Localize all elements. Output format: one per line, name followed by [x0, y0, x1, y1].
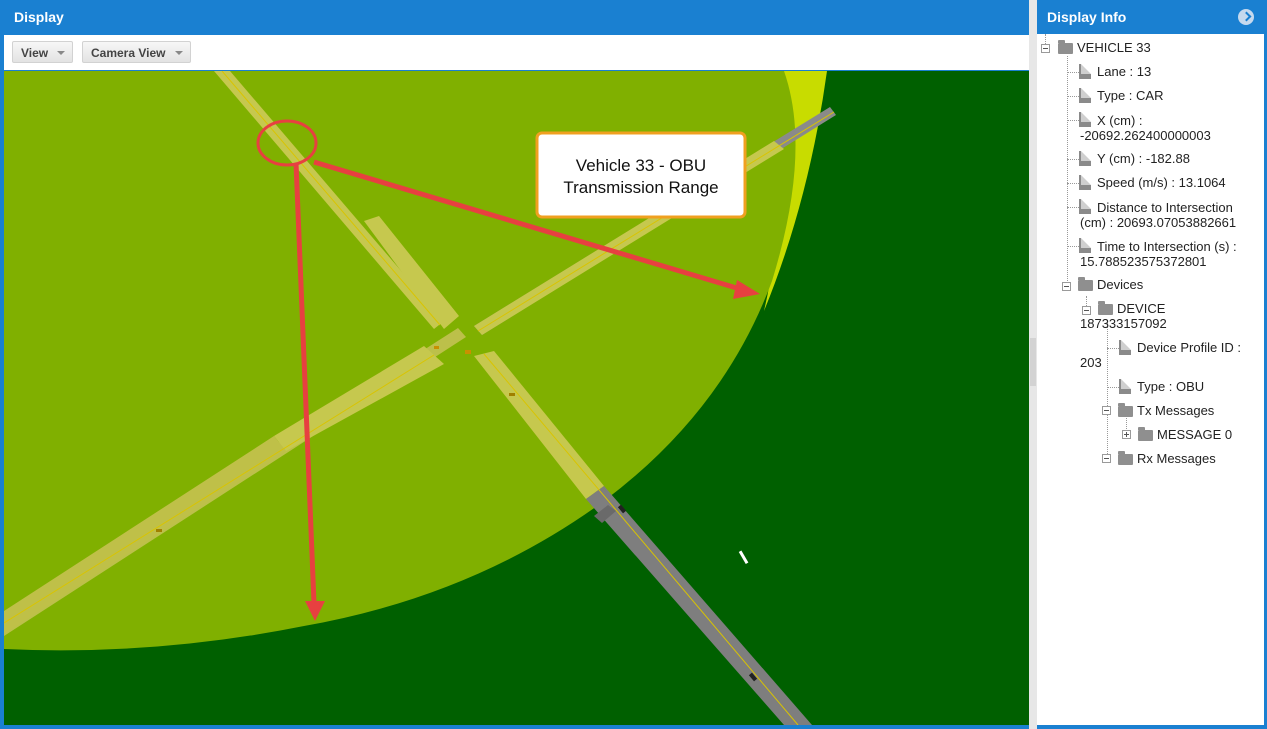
- tree-item-time[interactable]: Time to Intersection (s) :: [1097, 240, 1237, 254]
- view-dropdown-button[interactable]: View: [12, 41, 73, 63]
- collapse-panel-button[interactable]: [1238, 9, 1254, 25]
- tree-item-device-id: 187333157092: [1080, 316, 1167, 331]
- collapse-devices-toggle[interactable]: [1062, 282, 1071, 291]
- panel-splitter[interactable]: [1029, 0, 1037, 729]
- folder-icon: [1078, 277, 1093, 291]
- info-tree: VEHICLE 33 Lane : 13 Type : CAR X (cm) :…: [1037, 34, 1264, 725]
- file-icon: [1079, 112, 1091, 127]
- tree-item-device-profile[interactable]: Device Profile ID :: [1137, 341, 1241, 355]
- tree-item-time-value: 15.788523575372801: [1080, 254, 1207, 269]
- view-dropdown-label: View: [21, 46, 49, 60]
- tree-item-tx-messages[interactable]: Tx Messages: [1137, 404, 1214, 418]
- tree-item-lane[interactable]: Lane : 13: [1097, 65, 1151, 79]
- tree-line: [1067, 159, 1079, 160]
- tree-line: [1067, 246, 1079, 247]
- tree-item-x-cm[interactable]: X (cm) :: [1097, 114, 1143, 128]
- map-svg[interactable]: Vehicle 33 - OBU Transmission Range: [4, 71, 1029, 725]
- tree-item-message-0[interactable]: MESSAGE 0: [1157, 428, 1232, 442]
- display-toolbar: View Camera View: [4, 35, 1029, 70]
- tree-item-rx-messages[interactable]: Rx Messages: [1137, 452, 1216, 466]
- collapse-vehicle-toggle[interactable]: [1041, 44, 1050, 53]
- callout-line2: Transmission Range: [563, 178, 718, 197]
- tree-line: [1067, 72, 1079, 73]
- tree-item-device-profile-value: 203: [1080, 355, 1102, 370]
- collapse-rx-toggle[interactable]: [1102, 454, 1111, 463]
- folder-icon: [1138, 427, 1153, 441]
- tree-item-device-type[interactable]: Type : OBU: [1137, 380, 1204, 394]
- display-panel-title: Display: [14, 9, 64, 25]
- chevron-down-icon: [175, 51, 183, 55]
- tree-item-type[interactable]: Type : CAR: [1097, 89, 1163, 103]
- file-icon: [1079, 88, 1091, 103]
- splitter-grip[interactable]: [1030, 338, 1036, 386]
- tree-item-distance-value: (cm) : 20693.07053882661: [1080, 215, 1237, 230]
- tree-line: [1067, 96, 1079, 97]
- camera-view-dropdown-button[interactable]: Camera View: [82, 41, 191, 63]
- tree-line: [1067, 183, 1079, 184]
- collapse-device-toggle[interactable]: [1082, 306, 1091, 315]
- tree-line: [1067, 56, 1068, 287]
- transmission-range-callout: Vehicle 33 - OBU Transmission Range: [535, 131, 747, 219]
- tree-line: [1067, 207, 1079, 208]
- folder-icon: [1058, 40, 1073, 54]
- folder-icon: [1118, 403, 1133, 417]
- folder-icon: [1098, 301, 1113, 315]
- tree-item-y-cm[interactable]: Y (cm) : -182.88: [1097, 152, 1190, 166]
- file-icon: [1079, 199, 1091, 214]
- tree-item-speed[interactable]: Speed (m/s) : 13.1064: [1097, 176, 1226, 190]
- camera-view-dropdown-label: Camera View: [91, 46, 166, 60]
- tree-item-distance[interactable]: Distance to Intersection: [1097, 201, 1233, 215]
- file-icon: [1119, 379, 1131, 394]
- file-icon: [1079, 175, 1091, 190]
- expand-message-toggle[interactable]: [1122, 430, 1131, 439]
- file-icon: [1079, 238, 1091, 253]
- tree-line: [1107, 348, 1119, 349]
- folder-icon: [1118, 451, 1133, 465]
- tree-item-devices[interactable]: Devices: [1097, 278, 1143, 292]
- tree-line: [1107, 387, 1119, 388]
- file-icon: [1079, 64, 1091, 79]
- tree-item-x-cm-value: -20692.262400000003: [1080, 128, 1211, 143]
- collapse-tx-toggle[interactable]: [1102, 406, 1111, 415]
- map-canvas[interactable]: Vehicle 33 - OBU Transmission Range: [4, 71, 1029, 725]
- display-info-title: Display Info: [1047, 9, 1127, 25]
- chevron-down-icon: [57, 51, 65, 55]
- tree-item-vehicle[interactable]: VEHICLE 33: [1077, 41, 1151, 55]
- tree-line: [1107, 320, 1108, 460]
- tree-item-device[interactable]: DEVICE: [1117, 302, 1165, 316]
- file-icon: [1079, 151, 1091, 166]
- callout-line1: Vehicle 33 - OBU: [576, 156, 706, 175]
- file-icon: [1119, 340, 1131, 355]
- tree-line: [1067, 120, 1079, 121]
